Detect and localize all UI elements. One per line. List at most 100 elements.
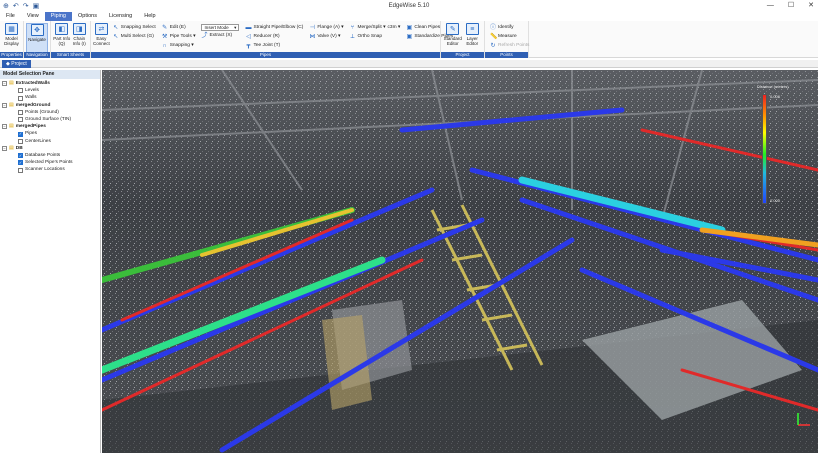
tree-item[interactable]: Scanner Locations (2, 166, 100, 173)
standardize-icon: ▣ (406, 34, 413, 40)
pipe-tools-icon: ⚒ (161, 34, 168, 40)
pipe-tools-dropdown[interactable]: ⚒ Pipe Tools ▾ (162, 33, 196, 41)
pipe-icon: ▬ (245, 25, 252, 31)
multi-select-button[interactable]: ↖ Multi Select (G) (113, 33, 156, 41)
checkbox[interactable] (18, 138, 23, 144)
menu-piping[interactable]: Piping (44, 12, 72, 21)
ribbon: ▦ Model Display Properties ✥ Navigate Na… (0, 21, 818, 58)
tree-item[interactable]: ✓ Database Points (2, 152, 100, 159)
magnet-icon: ∩ (162, 43, 167, 49)
colorbar-max-label: 0.006 (770, 94, 781, 99)
ribbon-group-pipes: ⇄ Easy Connect ↖ Snapping Select ↖ Multi S… (91, 21, 453, 58)
tree-item[interactable]: Ground Surface (TIN) (2, 116, 100, 123)
checkbox[interactable] (18, 109, 23, 115)
menu-options[interactable]: Options (72, 12, 103, 21)
tree-node-mergedpipes[interactable]: − ▤ mergedPipes (2, 123, 100, 130)
identify-button[interactable]: ⓘ Identify (490, 24, 529, 32)
multi-cursor-icon: ↖ (113, 34, 119, 40)
group-label-points: Points (485, 52, 528, 58)
menu-bar: File View Piping Options Licensing Help (0, 12, 818, 21)
edit-icon: ✎ (162, 25, 168, 31)
merge-split-dropdown[interactable]: ⑂ Merge/Split ▾ c3m ▾ (349, 24, 401, 32)
insert-mode-select[interactable]: Insert Mode ▾ (201, 24, 240, 31)
tee-joint-button[interactable]: ┳ Tee Joint (T) (245, 42, 303, 50)
chevron-down-icon: ▾ (234, 25, 237, 30)
checkbox[interactable] (18, 117, 23, 123)
part-info-icon: ◧ (55, 23, 69, 35)
collapse-icon[interactable]: − (2, 124, 7, 130)
measure-button[interactable]: 📏 Measure (490, 33, 529, 41)
group-label-smart-sheets: Smart Sheets (51, 52, 90, 58)
editor-icon: ✎ (446, 23, 460, 35)
colorbar-title: Distance (meters) (757, 84, 789, 89)
3d-viewport[interactable]: Distance (meters) 0.006 0.000 (102, 70, 818, 453)
checkbox-checked[interactable]: ✓ (18, 131, 23, 137)
model-tree: − ▤ ExtractedWalls Levels Walls − ▤ mergedGr… (0, 79, 100, 174)
pane-title: Model Selection Pane (0, 70, 100, 79)
model-selection-pane: Model Selection Pane − ▤ ExtractedWalls Le… (0, 70, 101, 453)
chain-info-icon: ◨ (72, 23, 86, 35)
menu-help[interactable]: Help (138, 12, 161, 21)
ribbon-group-project: ✎ Standard Editor ≡ Layer Editor Project (441, 21, 485, 58)
menu-view[interactable]: View (21, 12, 45, 21)
group-label-navigation: Navigation (24, 52, 50, 58)
tree-node-db[interactable]: − ▤ DB (2, 145, 100, 152)
tree-item[interactable]: ✓ Selected Pipe's Points (2, 159, 100, 166)
tree-item[interactable]: CenterLines (2, 138, 100, 145)
refresh-points-button[interactable]: ↻ Refresh Points (490, 42, 529, 50)
group-label-pipes: Pipes (91, 52, 440, 58)
tee-icon: ┳ (246, 43, 251, 49)
folder-icon: ▤ (9, 80, 14, 86)
ruler-icon: 📏 (490, 34, 498, 40)
tree-item[interactable]: Walls (2, 94, 100, 101)
refresh-icon: ↻ (490, 43, 496, 49)
clean-icon: ▣ (406, 25, 413, 31)
merge-icon: ⑂ (350, 25, 355, 31)
valve-dropdown[interactable]: ⋈ Valve (V) ▾ (309, 33, 343, 41)
tree-node-extractedwalls[interactable]: − ▤ ExtractedWalls (2, 80, 100, 87)
menu-licensing[interactable]: Licensing (103, 12, 138, 21)
identify-icon: ⓘ (490, 25, 497, 31)
colorbar-min-label: 0.000 (770, 198, 781, 203)
snapping-select-button[interactable]: ↖ Snapping Select (113, 24, 155, 32)
ribbon-group-points: ⓘ Identify 📏 Measure ↻ Refresh Points Point… (485, 21, 529, 58)
tree-node-mergedground[interactable]: − ▤ mergedGround (2, 102, 100, 109)
ribbon-group-properties: ▦ Model Display Properties (0, 21, 24, 58)
tree-item[interactable]: ✓ Pipes (2, 130, 100, 137)
collapse-icon[interactable]: − (2, 81, 7, 87)
snapping-dropdown[interactable]: ∩ Snapping ▾ (162, 42, 196, 50)
maximize-button[interactable]: ☐ (788, 0, 794, 11)
ribbon-group-smart-sheets: ◧ Part Info (Q) ◨ Chain Info (I) Smart S… (51, 21, 91, 58)
flange-icon: ⊣ (309, 25, 315, 31)
tree-item[interactable]: Points (Ground) (2, 109, 100, 116)
collapse-icon[interactable]: − (2, 102, 7, 108)
folder-icon: ▤ (9, 123, 14, 130)
checkbox-checked[interactable]: ✓ (18, 160, 23, 166)
reducer-icon: ◁ (246, 34, 251, 40)
cursor-icon: ↖ (113, 25, 119, 31)
collapse-icon[interactable]: − (2, 145, 7, 151)
checkbox[interactable] (18, 95, 23, 101)
tree-item[interactable]: Levels (2, 87, 100, 94)
edit-button[interactable]: ✎ Edit (E) (162, 24, 196, 32)
close-button[interactable]: ✕ (808, 0, 814, 11)
valve-icon: ⋈ (309, 34, 316, 40)
tab-project[interactable]: ◆ Project (2, 60, 31, 68)
checkbox-checked[interactable]: ✓ (18, 153, 23, 159)
extract-button[interactable]: ⤴ Extract (X) (201, 32, 239, 40)
ortho-snap-button[interactable]: ⟂ Ortho Snap (349, 33, 400, 41)
folder-icon: ▤ (9, 101, 14, 108)
group-label-properties: Properties (0, 52, 23, 58)
navigate-icon: ✥ (30, 24, 44, 36)
minimize-button[interactable]: — (767, 0, 774, 11)
group-label-project: Project (441, 52, 484, 58)
menu-file[interactable]: File (0, 12, 21, 21)
reducer-button[interactable]: ◁ Reducer (R) (245, 33, 303, 41)
checkbox[interactable] (18, 88, 23, 94)
flange-dropdown[interactable]: ⊣ Flange (A) ▾ (309, 24, 344, 32)
window-title: EdgeWise 5.10 (388, 2, 430, 9)
ortho-icon: ⟂ (350, 34, 355, 40)
grid-icon: ▦ (5, 23, 18, 35)
checkbox[interactable] (18, 167, 23, 173)
straight-pipe-elbow-button[interactable]: ▬ Straight Pipe/Elbow (C) (245, 24, 303, 32)
